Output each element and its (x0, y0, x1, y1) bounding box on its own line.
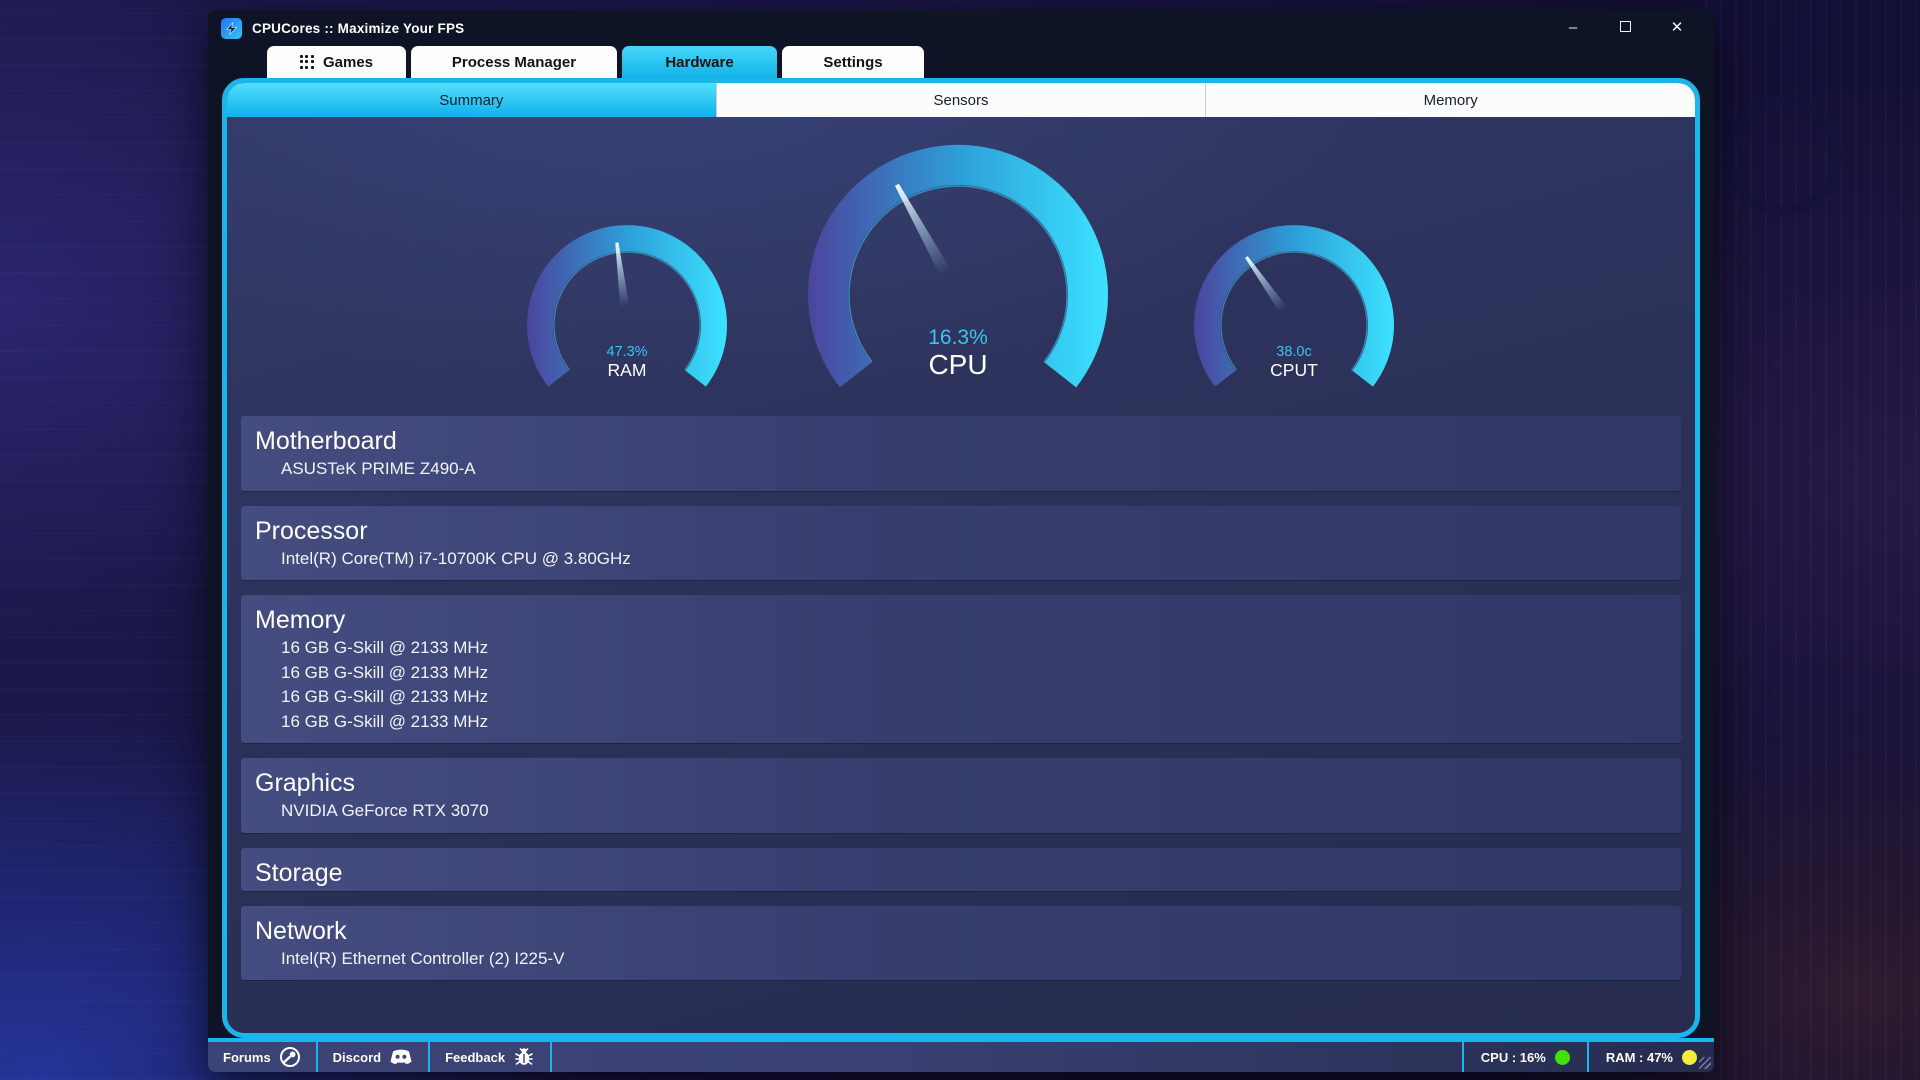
tab-games[interactable]: Games (267, 46, 406, 78)
ram-gauge-label: RAM (517, 360, 737, 381)
feedback-label: Feedback (445, 1050, 505, 1065)
status-bar: Forums Discord Feedback (208, 1038, 1714, 1072)
hardware-sections: Motherboard ASUSTeK PRIME Z490-A Process… (241, 416, 1681, 995)
section-memory: Memory 16 GB G-Skill @ 2133 MHz 16 GB G-… (241, 595, 1681, 743)
cpu-status-dot (1555, 1050, 1570, 1065)
section-item: 16 GB G-Skill @ 2133 MHz (281, 685, 1681, 710)
section-item: NVIDIA GeForce RTX 3070 (281, 799, 1681, 824)
section-item: 16 GB G-Skill @ 2133 MHz (281, 710, 1681, 735)
section-title: Processor (241, 515, 1681, 547)
ram-gauge-value: 47.3% (517, 344, 737, 360)
section-motherboard: Motherboard ASUSTeK PRIME Z490-A (241, 416, 1681, 491)
cpu-gauge-needle (892, 182, 950, 274)
tab-games-label: Games (323, 54, 373, 71)
discord-label: Discord (333, 1050, 381, 1065)
games-grid-icon (300, 55, 314, 69)
forums-button[interactable]: Forums (208, 1042, 318, 1072)
section-processor: Processor Intel(R) Core(TM) i7-10700K CP… (241, 506, 1681, 581)
forums-label: Forums (223, 1050, 271, 1065)
section-network: Network Intel(R) Ethernet Controller (2)… (241, 906, 1681, 981)
summary-content: 47.3% RAM (227, 117, 1695, 1033)
section-graphics: Graphics NVIDIA GeForce RTX 3070 (241, 758, 1681, 833)
section-item: Intel(R) Ethernet Controller (2) I225-V (281, 947, 1681, 972)
app-window: CPUCores :: Maximize Your FPS – ✕ Games … (208, 10, 1714, 1072)
section-item: 16 GB G-Skill @ 2133 MHz (281, 636, 1681, 661)
section-item: 16 GB G-Skill @ 2133 MHz (281, 661, 1681, 686)
sub-tab-bar: Summary Sensors Memory (227, 83, 1695, 117)
section-item: Intel(R) Core(TM) i7-10700K CPU @ 3.80GH… (281, 547, 1681, 572)
cpu-meter-label: CPU : 16% (1481, 1050, 1546, 1065)
section-storage: Storage (241, 848, 1681, 891)
section-title: Memory (241, 604, 1681, 636)
cput-gauge-value: 38.0c (1184, 344, 1404, 360)
subtab-sensors[interactable]: Sensors (716, 83, 1206, 117)
cput-gauge-label: CPUT (1184, 360, 1404, 381)
subtab-memory-label: Memory (1424, 92, 1478, 109)
main-tab-bar: Games Process Manager Hardware Settings (208, 46, 1714, 78)
circuit-socket-decoration (1722, 96, 1842, 216)
tab-hardware[interactable]: Hardware (622, 46, 777, 78)
ram-gauge: 47.3% RAM (517, 215, 737, 425)
tab-settings[interactable]: Settings (782, 46, 924, 78)
cput-gauge: 38.0c CPUT (1184, 215, 1404, 425)
section-item: ASUSTeK PRIME Z490-A (281, 457, 1681, 482)
circuit-traces-left (0, 0, 210, 1080)
cpu-gauge-value: 16.3% (793, 326, 1123, 350)
window-title: CPUCores :: Maximize Your FPS (252, 21, 464, 36)
tab-process-manager[interactable]: Process Manager (411, 46, 617, 78)
section-title: Storage (241, 857, 1681, 889)
subtab-sensors-label: Sensors (933, 92, 988, 109)
bug-icon (513, 1046, 535, 1068)
title-bar[interactable]: CPUCores :: Maximize Your FPS – ✕ (208, 10, 1714, 46)
discord-button[interactable]: Discord (318, 1042, 430, 1072)
minimize-button[interactable]: – (1562, 17, 1584, 39)
maximize-button[interactable] (1614, 17, 1636, 39)
feedback-button[interactable]: Feedback (430, 1042, 552, 1072)
cpu-gauge-label: CPU (793, 349, 1123, 381)
subtab-memory[interactable]: Memory (1205, 83, 1695, 117)
maximize-icon (1620, 21, 1631, 32)
hardware-panel: Summary Sensors Memory (222, 78, 1700, 1038)
subtab-summary[interactable]: Summary (227, 83, 716, 117)
tab-process-manager-label: Process Manager (452, 54, 576, 71)
ram-status-dot (1682, 1050, 1697, 1065)
ram-meter: RAM : 47% (1587, 1042, 1714, 1072)
cpu-gauge: 16.3% CPU (793, 135, 1123, 435)
app-logo-icon (220, 17, 243, 40)
section-title: Network (241, 915, 1681, 947)
close-button[interactable]: ✕ (1666, 17, 1688, 39)
section-title: Motherboard (241, 425, 1681, 457)
ram-meter-label: RAM : 47% (1606, 1050, 1673, 1065)
tab-hardware-label: Hardware (665, 54, 733, 71)
resize-grip[interactable] (1699, 1057, 1711, 1069)
cput-gauge-needle (1243, 254, 1287, 311)
steam-icon (279, 1046, 301, 1068)
discord-icon (389, 1047, 413, 1067)
tab-settings-label: Settings (823, 54, 882, 71)
cpu-meter: CPU : 16% (1462, 1042, 1587, 1072)
section-title: Graphics (241, 767, 1681, 799)
status-bar-spacer (552, 1042, 1462, 1072)
subtab-summary-label: Summary (439, 92, 503, 109)
